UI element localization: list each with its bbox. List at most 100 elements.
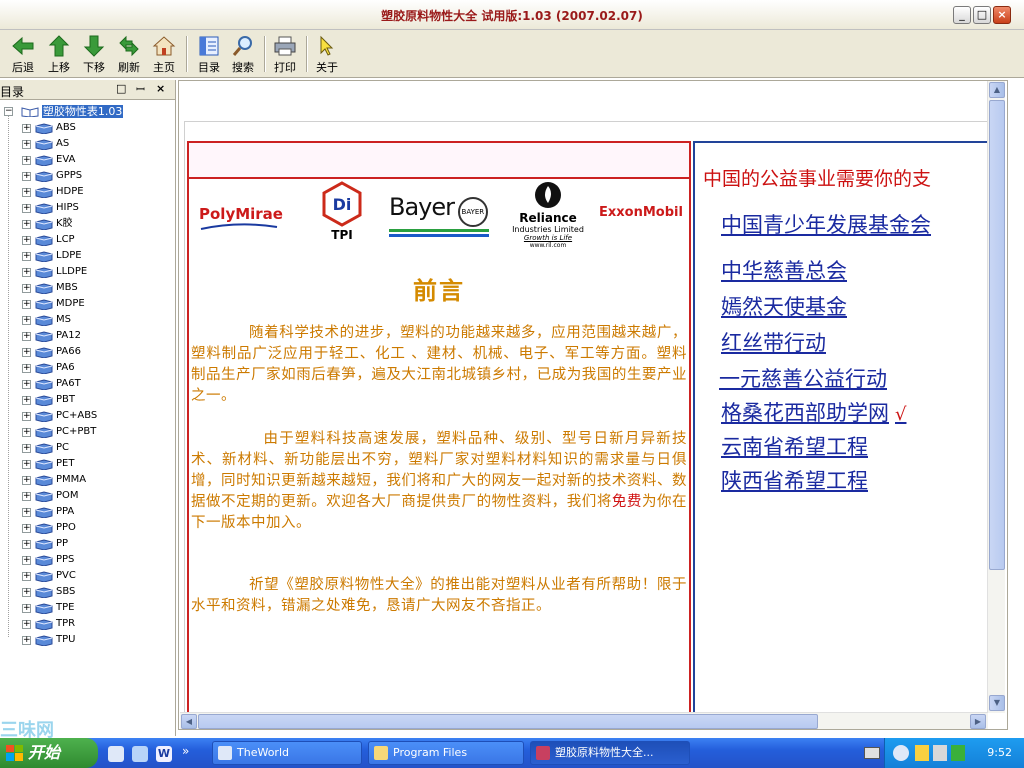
expand-toggle[interactable]: +: [22, 251, 31, 261]
vertical-scrollbar[interactable]: ▲ ▼: [987, 81, 1005, 713]
minimize-button[interactable]: _: [953, 6, 971, 24]
refresh-button[interactable]: 刷新: [112, 32, 146, 76]
tree-item[interactable]: + POM: [22, 489, 79, 505]
charity-link[interactable]: 中国青少年发展基金会: [721, 209, 931, 239]
expand-toggle[interactable]: +: [22, 299, 31, 309]
expand-toggle[interactable]: +: [22, 603, 31, 613]
tree-item[interactable]: + LLDPE: [22, 265, 87, 281]
expand-toggle[interactable]: +: [22, 187, 31, 197]
expand-toggle[interactable]: +: [22, 571, 31, 581]
tree-item[interactable]: + PC+ABS: [22, 409, 97, 425]
expand-toggle[interactable]: +: [22, 379, 31, 389]
quick-launch-word-icon[interactable]: W: [156, 746, 172, 762]
lock-icon[interactable]: [915, 745, 929, 761]
expand-toggle[interactable]: +: [22, 171, 31, 181]
scroll-right-arrow-icon[interactable]: ▶: [970, 714, 986, 729]
tree-item[interactable]: + PET: [22, 457, 74, 473]
expand-toggle[interactable]: +: [22, 395, 31, 405]
tree-item[interactable]: + LCP: [22, 233, 75, 249]
expand-toggle[interactable]: +: [22, 475, 31, 485]
quick-launch-browser-icon[interactable]: [132, 746, 148, 762]
tree-item[interactable]: + PBT: [22, 393, 75, 409]
horizontal-scrollbar[interactable]: ◀ ▶: [180, 712, 988, 729]
tree-item[interactable]: + SBS: [22, 585, 75, 601]
expand-toggle[interactable]: +: [22, 587, 31, 597]
close-button[interactable]: ×: [993, 6, 1011, 24]
horizontal-scroll-thumb[interactable]: [198, 714, 818, 729]
tree-item[interactable]: + PVC: [22, 569, 76, 585]
vertical-scroll-thumb[interactable]: [989, 100, 1005, 570]
tree-item[interactable]: + PA66: [22, 345, 81, 361]
move-up-button[interactable]: 上移: [42, 32, 76, 76]
tree-item[interactable]: + TPE: [22, 601, 74, 617]
expand-toggle[interactable]: +: [22, 539, 31, 549]
expand-toggle[interactable]: +: [22, 235, 31, 245]
pane-float-button[interactable]: □: [116, 82, 126, 95]
tree-item[interactable]: + PPO: [22, 521, 76, 537]
back-button[interactable]: 后退: [6, 32, 40, 76]
tree-item[interactable]: + PA12: [22, 329, 81, 345]
expand-toggle[interactable]: +: [22, 491, 31, 501]
expand-toggle[interactable]: +: [22, 347, 31, 357]
expand-toggle[interactable]: +: [22, 443, 31, 453]
charity-link[interactable]: 中华慈善总会: [721, 255, 847, 285]
tree-item[interactable]: + TPU: [22, 633, 75, 649]
collapse-toggle[interactable]: −: [4, 107, 13, 116]
tree-item[interactable]: + GPPS: [22, 169, 82, 185]
quick-launch-more-icon[interactable]: »: [182, 744, 189, 758]
charity-link[interactable]: 嫣然天使基金: [721, 291, 847, 321]
scroll-down-arrow-icon[interactable]: ▼: [989, 695, 1005, 711]
tree-item[interactable]: + HIPS: [22, 201, 79, 217]
charity-link[interactable]: 红丝带行动: [721, 327, 826, 357]
expand-toggle[interactable]: +: [22, 411, 31, 421]
task-theworld[interactable]: TheWorld: [212, 741, 362, 765]
charity-link[interactable]: 陕西省希望工程: [721, 465, 868, 495]
tree-item[interactable]: + ABS: [22, 121, 76, 137]
expand-toggle[interactable]: +: [22, 619, 31, 629]
tree-item[interactable]: + MS: [22, 313, 71, 329]
expand-toggle[interactable]: +: [22, 203, 31, 213]
volume-icon[interactable]: [933, 745, 947, 761]
tree-item[interactable]: + TPR: [22, 617, 75, 633]
scroll-up-arrow-icon[interactable]: ▲: [989, 82, 1005, 98]
expand-toggle[interactable]: +: [22, 427, 31, 437]
charity-link[interactable]: 一元慈善公益行动: [719, 363, 887, 393]
tray-expand-icon[interactable]: [893, 745, 909, 761]
tree-item[interactable]: + PP: [22, 537, 68, 553]
tree-item[interactable]: + MDPE: [22, 297, 85, 313]
charity-link[interactable]: 云南省希望工程: [721, 431, 868, 461]
tree-item[interactable]: + PPS: [22, 553, 74, 569]
expand-toggle[interactable]: +: [22, 315, 31, 325]
expand-toggle[interactable]: +: [22, 155, 31, 165]
move-down-button[interactable]: 下移: [77, 32, 111, 76]
pane-pin-button[interactable]: ꟷ: [136, 82, 145, 97]
task-plastics-app[interactable]: 塑胶原料物性大全...: [530, 741, 690, 765]
tree-item[interactable]: + PMMA: [22, 473, 86, 489]
print-button[interactable]: 打印: [268, 32, 302, 76]
charity-link[interactable]: 格桑花西部助学网 √: [721, 397, 906, 427]
home-button[interactable]: 主页: [147, 32, 181, 76]
tree-item[interactable]: + AS: [22, 137, 69, 153]
tree-item[interactable]: + PA6T: [22, 377, 81, 393]
contents-button[interactable]: 目录: [192, 32, 226, 76]
quick-launch-ie-icon[interactable]: [108, 746, 124, 762]
scroll-left-arrow-icon[interactable]: ◀: [181, 714, 197, 729]
network-icon[interactable]: [951, 745, 965, 761]
tree-item[interactable]: + HDPE: [22, 185, 84, 201]
expand-toggle[interactable]: +: [22, 459, 31, 469]
start-button[interactable]: 开始: [0, 738, 98, 768]
tree-root[interactable]: − 塑胶物性表1.03: [4, 103, 124, 119]
expand-toggle[interactable]: +: [22, 555, 31, 565]
tree-item[interactable]: + PC+PBT: [22, 425, 96, 441]
about-button[interactable]: 关于: [310, 32, 344, 76]
expand-toggle[interactable]: +: [22, 507, 31, 517]
expand-toggle[interactable]: +: [22, 219, 31, 229]
expand-toggle[interactable]: +: [22, 267, 31, 277]
tree-item[interactable]: + K胶: [22, 217, 73, 233]
tree-item[interactable]: + PC: [22, 441, 69, 457]
expand-toggle[interactable]: +: [22, 283, 31, 293]
keyboard-icon[interactable]: [864, 747, 880, 759]
tree-item[interactable]: + PA6: [22, 361, 75, 377]
tree-item[interactable]: + EVA: [22, 153, 75, 169]
expand-toggle[interactable]: +: [22, 123, 31, 133]
